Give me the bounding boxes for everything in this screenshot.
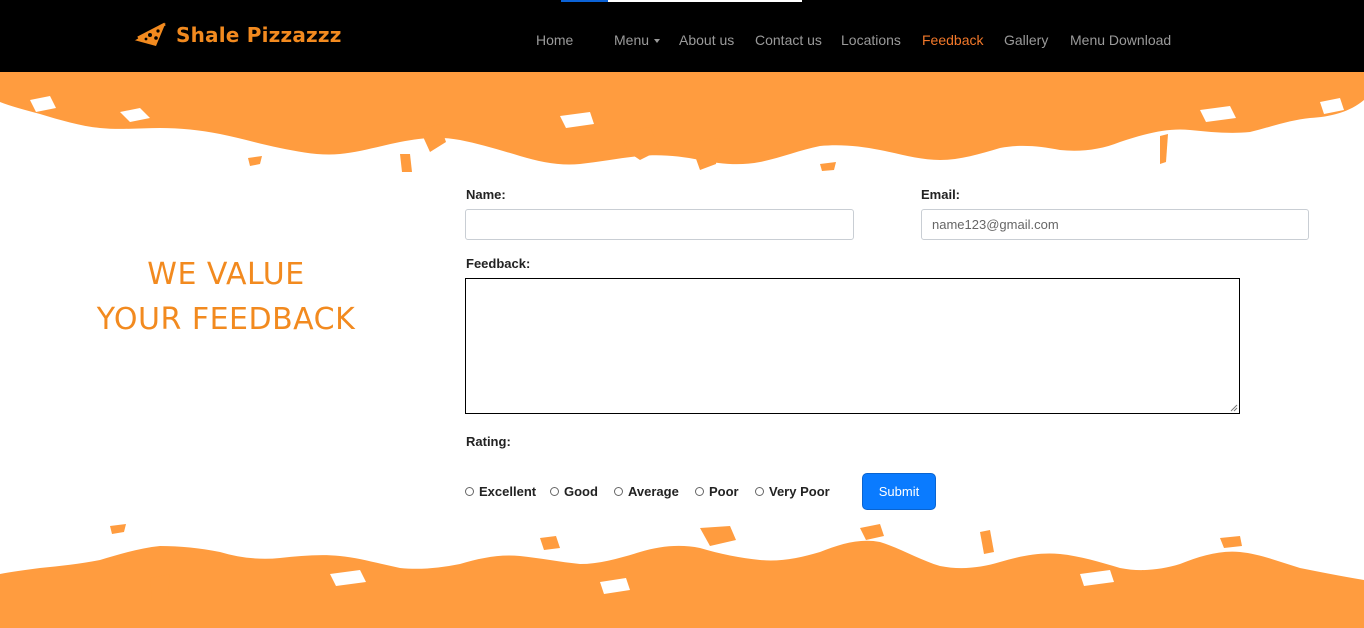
email-input[interactable]: [921, 209, 1309, 240]
rating-option-average[interactable]: Average: [614, 484, 679, 499]
caret-down-icon: [654, 39, 661, 43]
nav-item-about-us[interactable]: About us: [679, 31, 734, 49]
rating-option-label: Very Poor: [769, 484, 830, 499]
radio-button-icon[interactable]: [755, 487, 764, 496]
rating-option-label: Poor: [709, 484, 739, 499]
orange-splash-top: [0, 72, 1364, 172]
headline-line-2: YOUR FEEDBACK: [96, 302, 356, 337]
scroll-indicator: [561, 0, 802, 2]
radio-button-icon[interactable]: [695, 487, 704, 496]
nav-item-menu-download[interactable]: Menu Download: [1070, 31, 1171, 49]
nav-item-locations[interactable]: Locations: [841, 31, 901, 49]
nav-item-gallery[interactable]: Gallery: [1004, 31, 1048, 49]
nav-item-menu-label: Menu: [614, 32, 650, 48]
name-input[interactable]: [465, 209, 854, 240]
rating-option-very-poor[interactable]: Very Poor: [755, 484, 830, 499]
navbar: Shale Pizzazzz Home Menu About us Contac…: [0, 0, 1364, 72]
radio-button-icon[interactable]: [550, 487, 559, 496]
page-headline: WE VALUE YOUR FEEDBACK: [60, 252, 392, 342]
rating-option-label: Good: [564, 484, 598, 499]
nav-item-feedback[interactable]: Feedback: [922, 31, 983, 49]
headline-line-1: WE VALUE: [147, 257, 305, 292]
brand-name: Shale Pizzazzz: [176, 23, 342, 47]
radio-button-icon[interactable]: [465, 487, 474, 496]
nav-item-home[interactable]: Home: [536, 31, 573, 49]
scroll-indicator-progress: [561, 0, 608, 2]
nav-item-contact-us[interactable]: Contact us: [755, 31, 822, 49]
rating-option-good[interactable]: Good: [550, 484, 598, 499]
name-label: Name:: [466, 187, 506, 202]
rating-option-excellent[interactable]: Excellent: [465, 484, 536, 499]
orange-splash-bottom: [0, 524, 1364, 628]
rating-option-poor[interactable]: Poor: [695, 484, 739, 499]
pizza-slice-icon: [132, 20, 168, 50]
rating-option-label: Excellent: [479, 484, 537, 499]
radio-button-icon[interactable]: [614, 487, 623, 496]
submit-button[interactable]: Submit: [862, 473, 936, 510]
brand-logo[interactable]: Shale Pizzazzz: [132, 18, 342, 52]
rating-option-label: Average: [628, 484, 679, 499]
feedback-textarea[interactable]: [465, 278, 1240, 414]
nav-item-menu[interactable]: Menu: [614, 31, 661, 49]
rating-label: Rating:: [466, 434, 511, 449]
feedback-label: Feedback:: [466, 256, 531, 271]
email-label: Email:: [921, 187, 961, 202]
resize-grip-icon[interactable]: [1230, 404, 1238, 412]
